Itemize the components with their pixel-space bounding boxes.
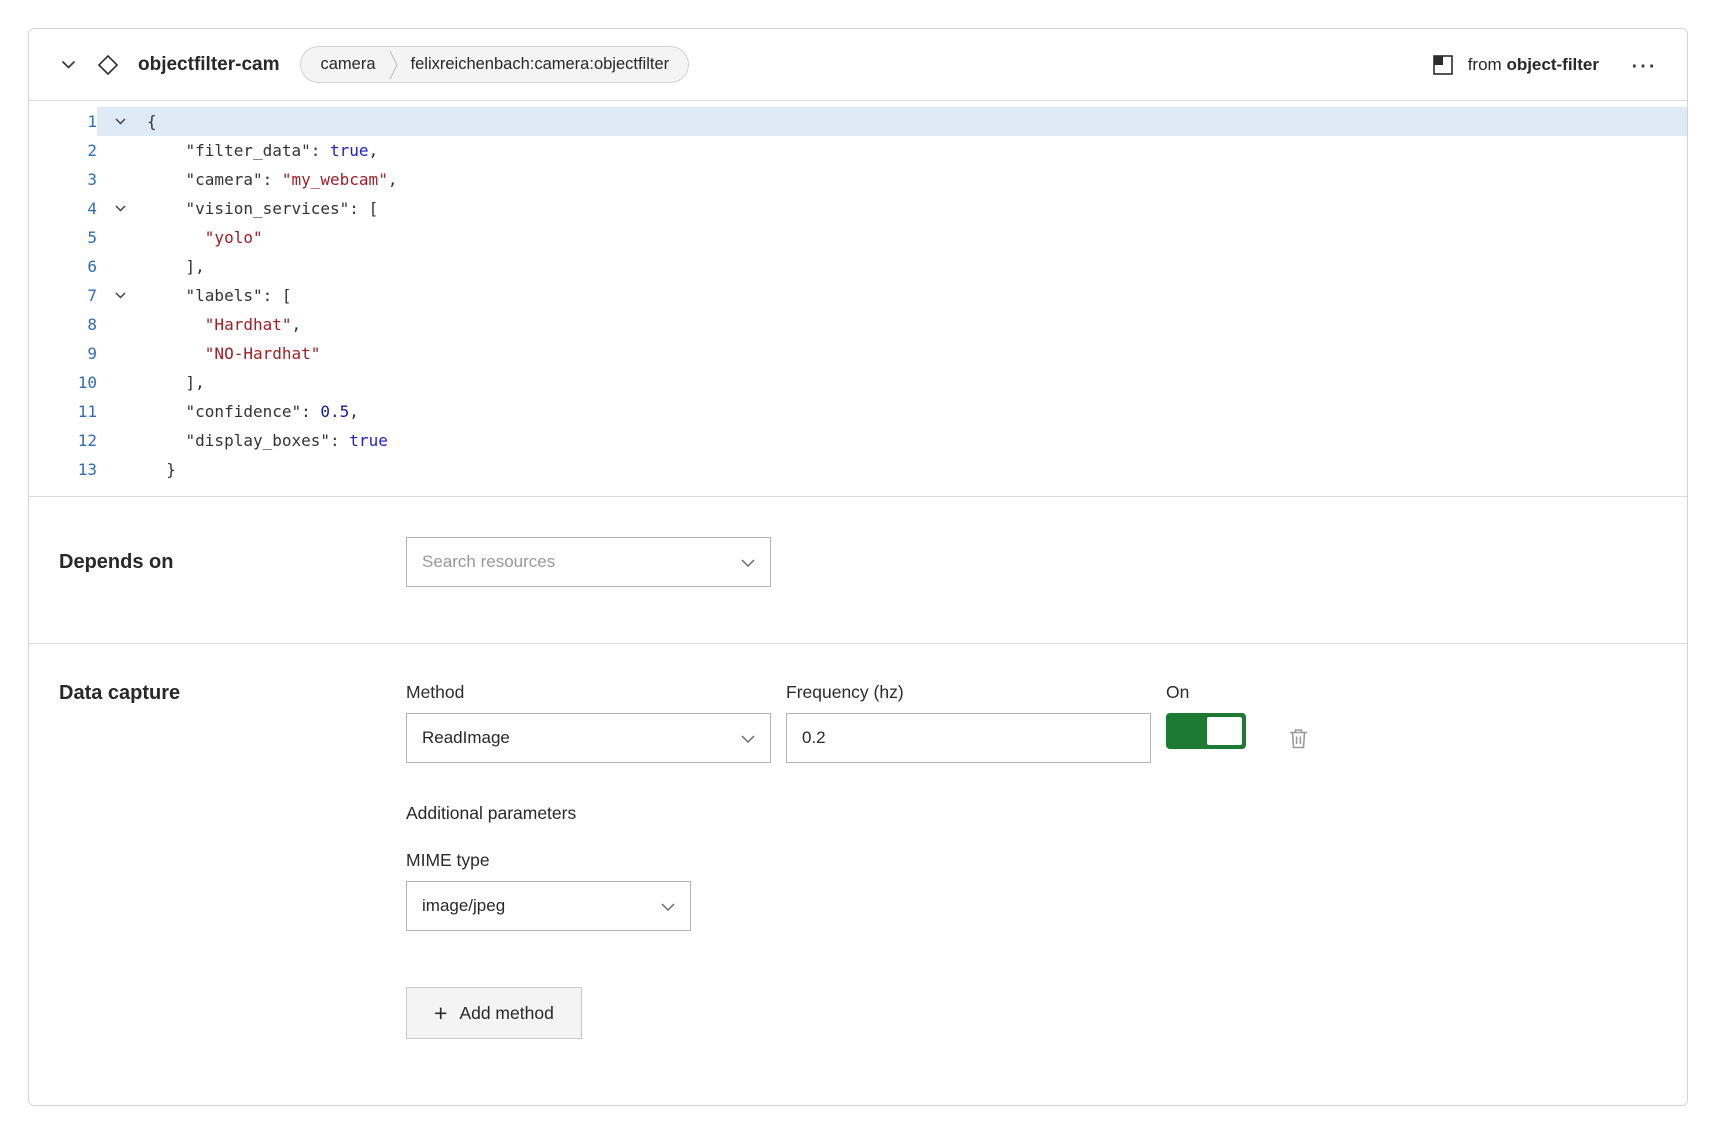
code-line[interactable]: 1{ (29, 107, 1687, 136)
capture-on-toggle[interactable] (1166, 713, 1246, 749)
page: objectfilter-cam camera felixreichenbach… (0, 0, 1716, 1134)
line-number: 3 (29, 165, 97, 194)
code-line[interactable]: 3 "camera": "my_webcam", (29, 165, 1687, 194)
line-number: 1 (29, 107, 97, 136)
badge-type: camera (320, 55, 375, 74)
data-capture-heading: Data capture (59, 682, 406, 705)
code-text: "camera": "my_webcam", (143, 165, 397, 194)
code-text: ], (143, 368, 205, 397)
code-line[interactable]: 11 "confidence": 0.5, (29, 397, 1687, 426)
card-header: objectfilter-cam camera felixreichenbach… (29, 29, 1687, 101)
on-label: On (1166, 682, 1246, 703)
mime-type-label: MIME type (406, 850, 1312, 871)
code-text: "filter_data": true, (143, 136, 378, 165)
method-label: Method (406, 682, 771, 703)
fold-chevron-icon[interactable] (97, 281, 143, 310)
method-value: ReadImage (422, 728, 510, 748)
code-line[interactable]: 13 } (29, 455, 1687, 484)
line-number: 6 (29, 252, 97, 281)
line-number: 8 (29, 310, 97, 339)
mime-type-select[interactable]: image/jpeg (406, 881, 691, 931)
capture-toggle-field: On (1166, 682, 1246, 749)
header-left: objectfilter-cam camera felixreichenbach… (59, 46, 689, 83)
line-number: 10 (29, 368, 97, 397)
line-number: 7 (29, 281, 97, 310)
add-method-label: Add method (459, 1003, 553, 1024)
more-menu-button[interactable]: ⋯ (1626, 52, 1661, 78)
data-capture-section: Data capture Method ReadImage Frequency (29, 643, 1687, 1105)
chevron-down-icon (661, 896, 675, 916)
line-number: 12 (29, 426, 97, 455)
frequency-field: Frequency (hz) (786, 682, 1151, 763)
code-text: } (143, 455, 176, 484)
header-right: from object-filter ⋯ (1431, 52, 1661, 78)
code-line[interactable]: 2 "filter_data": true, (29, 136, 1687, 165)
line-number: 11 (29, 397, 97, 426)
code-text: "Hardhat", (143, 310, 301, 339)
code-line[interactable]: 5 "yolo" (29, 223, 1687, 252)
chevron-right-icon (389, 50, 398, 80)
depends-on-select[interactable]: Search resources (406, 537, 771, 587)
code-line[interactable]: 10 ], (29, 368, 1687, 397)
code-line[interactable]: 4 "vision_services": [ (29, 194, 1687, 223)
data-capture-form: Method ReadImage Frequency (hz) (406, 682, 1312, 1039)
code-text: "yolo" (143, 223, 263, 252)
module-name: object-filter (1506, 55, 1599, 74)
json-editor[interactable]: 1{2 "filter_data": true,3 "camera": "my_… (29, 101, 1687, 497)
method-field: Method ReadImage (406, 682, 771, 763)
code-text: "labels": [ (143, 281, 292, 310)
editor-lines: 1{2 "filter_data": true,3 "camera": "my_… (29, 107, 1687, 484)
collapse-chevron-icon[interactable] (59, 58, 78, 72)
code-line[interactable]: 12 "display_boxes": true (29, 426, 1687, 455)
mime-type-value: image/jpeg (422, 896, 505, 916)
delete-method-button[interactable] (1285, 724, 1312, 753)
line-number: 13 (29, 455, 97, 484)
code-text: { (143, 107, 157, 136)
fold-chevron-icon[interactable] (97, 194, 143, 223)
frequency-label: Frequency (hz) (786, 682, 1151, 703)
resource-title: objectfilter-cam (138, 54, 279, 76)
fold-chevron-icon[interactable] (97, 107, 143, 136)
line-number: 5 (29, 223, 97, 252)
method-select[interactable]: ReadImage (406, 713, 771, 763)
from-module-text: from object-filter (1468, 55, 1599, 75)
line-number: 2 (29, 136, 97, 165)
depends-on-section: Depends on Search resources (29, 497, 1687, 643)
code-line[interactable]: 7 "labels": [ (29, 281, 1687, 310)
additional-parameters-label: Additional parameters (406, 803, 1312, 824)
code-text: ], (143, 252, 205, 281)
code-line[interactable]: 8 "Hardhat", (29, 310, 1687, 339)
plus-icon: + (434, 1002, 447, 1025)
resource-model-pill: camera felixreichenbach:camera:objectfil… (300, 46, 689, 83)
code-text: "vision_services": [ (143, 194, 378, 223)
toggle-knob (1207, 717, 1242, 745)
code-text: "NO-Hardhat" (143, 339, 320, 368)
code-text: "confidence": 0.5, (143, 397, 359, 426)
line-number: 9 (29, 339, 97, 368)
module-icon (1431, 53, 1455, 77)
badge-model: felixreichenbach:camera:objectfilter (411, 55, 670, 74)
resource-card: objectfilter-cam camera felixreichenbach… (28, 28, 1688, 1106)
add-method-button[interactable]: + Add method (406, 987, 582, 1039)
chevron-down-icon (741, 552, 755, 572)
code-line[interactable]: 9 "NO-Hardhat" (29, 339, 1687, 368)
camera-component-icon (95, 52, 121, 78)
code-text: "display_boxes": true (143, 426, 388, 455)
depends-on-heading: Depends on (59, 551, 406, 574)
capture-method-row: Method ReadImage Frequency (hz) (406, 682, 1312, 763)
code-line[interactable]: 6 ], (29, 252, 1687, 281)
depends-on-placeholder: Search resources (422, 552, 555, 572)
trash-icon (1289, 728, 1308, 749)
line-number: 4 (29, 194, 97, 223)
frequency-input[interactable] (786, 713, 1151, 763)
from-prefix: from (1468, 55, 1502, 74)
chevron-down-icon (741, 728, 755, 748)
